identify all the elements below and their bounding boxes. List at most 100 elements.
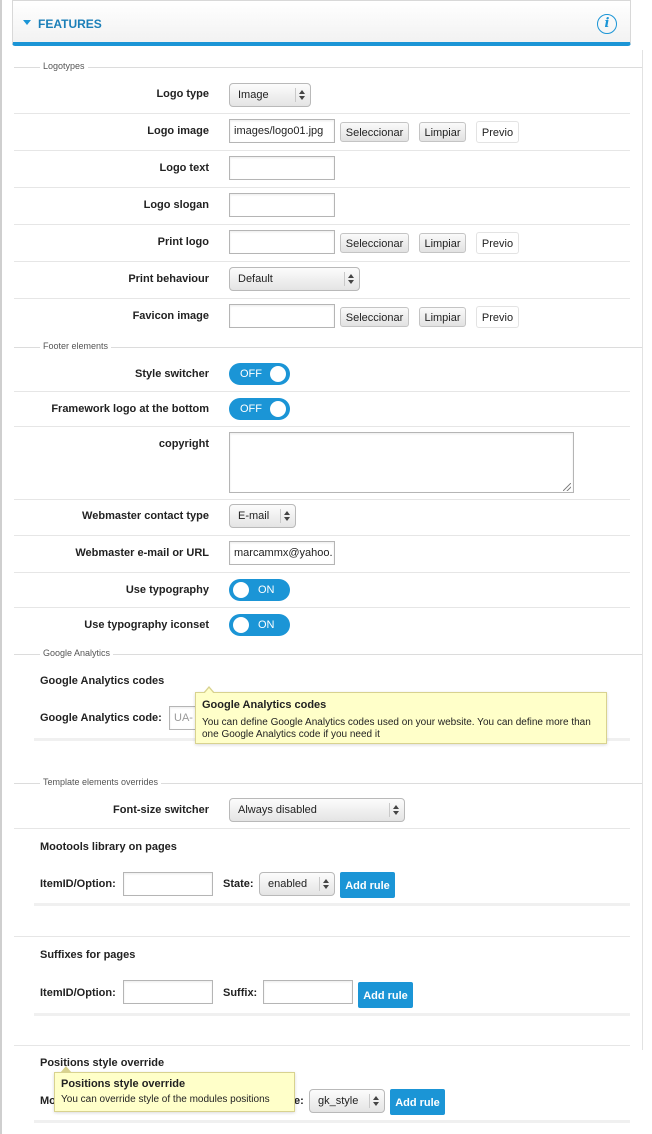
suffixes-add-rule-button[interactable]: Add rule: [358, 982, 413, 1008]
logo-image-clear-button[interactable]: Limpiar: [419, 122, 466, 142]
logo-slogan-label: Logo slogan: [143, 199, 209, 211]
print-logo-preview-button[interactable]: Previo: [476, 232, 519, 254]
favicon-select-button[interactable]: Seleccionar: [340, 307, 409, 327]
section-divider: [14, 67, 642, 68]
positions-title: Positions style override: [40, 1057, 165, 1069]
logo-image-select-button[interactable]: Seleccionar: [340, 122, 409, 142]
logo-type-select[interactable]: Image: [229, 83, 311, 107]
toggle-state: OFF: [240, 368, 262, 380]
toggle-state: ON: [258, 584, 275, 596]
panel-divider: [34, 903, 630, 906]
positions-style-select[interactable]: gk_style: [309, 1089, 385, 1113]
header-title: FEATURES: [38, 17, 102, 31]
print-logo-clear-button[interactable]: Limpiar: [419, 233, 466, 253]
positions-style-partial-label: e:: [294, 1095, 304, 1107]
use-typography-iconset-label: Use typography iconset: [84, 619, 209, 631]
favicon-label: Favicon image: [132, 310, 209, 322]
logo-slogan-input[interactable]: [229, 193, 335, 217]
ga-tooltip-title: Google Analytics codes: [202, 699, 327, 711]
positions-style-value: gk_style: [318, 1095, 359, 1107]
suffixes-itemid-input[interactable]: [123, 980, 213, 1004]
use-typography-iconset-toggle[interactable]: ON: [229, 614, 290, 636]
logo-image-input[interactable]: images/logo01.jpg: [229, 119, 335, 143]
font-size-switcher-value: Always disabled: [238, 804, 317, 816]
select-arrows-icon: [389, 803, 400, 817]
section-title-overrides: Template elements overrides: [40, 777, 162, 787]
favicon-preview-button[interactable]: Previo: [476, 306, 519, 328]
print-logo-select-button[interactable]: Seleccionar: [340, 233, 409, 253]
info-icon[interactable]: i: [597, 14, 617, 34]
section-title-analytics: Google Analytics: [40, 648, 114, 658]
font-size-switcher-label: Font-size switcher: [113, 804, 209, 816]
row-divider: [14, 607, 630, 608]
favicon-clear-button[interactable]: Limpiar: [419, 307, 466, 327]
positions-tooltip-title: Positions style override: [61, 1078, 186, 1090]
logo-image-label: Logo image: [147, 125, 209, 137]
row-divider: [14, 535, 630, 536]
copyright-label: copyright: [158, 438, 209, 450]
suffixes-title: Suffixes for pages: [40, 949, 136, 961]
favicon-input[interactable]: [229, 304, 335, 328]
row-divider: [14, 426, 630, 427]
select-arrows-icon: [344, 272, 355, 286]
suffixes-itemid-label: ItemID/Option:: [40, 987, 116, 999]
mootools-state-select[interactable]: enabled: [259, 872, 335, 896]
collapse-triangle-icon[interactable]: [23, 20, 31, 25]
panel-divider: [34, 1120, 630, 1123]
row-divider: [14, 828, 630, 829]
row-divider: [14, 261, 630, 262]
framework-logo-toggle[interactable]: OFF: [229, 398, 290, 420]
ga-tooltip-text: You can define Google Analytics codes us…: [202, 717, 591, 740]
resize-handle-icon[interactable]: [563, 483, 571, 491]
row-divider: [14, 499, 630, 500]
positions-tooltip-text: You can override style of the modules po…: [61, 1094, 270, 1105]
print-behaviour-label: Print behaviour: [128, 273, 209, 285]
positions-add-rule-button[interactable]: Add rule: [390, 1089, 445, 1115]
tooltip-pointer-inner: [204, 688, 214, 694]
mootools-itemid-input[interactable]: [123, 872, 213, 896]
mootools-state-label: State:: [223, 878, 254, 890]
toggle-knob: [233, 617, 249, 633]
page-left-border: [0, 0, 2, 1134]
select-arrows-icon: [295, 88, 306, 102]
copyright-textarea[interactable]: [229, 432, 574, 493]
suffixes-suffix-label: Suffix:: [223, 987, 258, 999]
section-title-footer: Footer elements: [40, 341, 112, 351]
webmaster-contact-select[interactable]: E-mail: [229, 504, 296, 528]
toggle-knob: [233, 582, 249, 598]
ga-codes-title: Google Analytics codes: [40, 675, 165, 687]
mootools-itemid-label: ItemID/Option:: [40, 878, 116, 890]
row-divider: [14, 187, 630, 188]
row-divider: [14, 1045, 630, 1046]
style-switcher-label: Style switcher: [135, 368, 209, 380]
row-divider: [14, 224, 630, 225]
logo-image-preview-button[interactable]: Previo: [476, 121, 519, 143]
logo-type-value: Image: [238, 89, 269, 101]
use-typography-toggle[interactable]: ON: [229, 579, 290, 601]
panel-divider: [34, 1013, 630, 1016]
print-logo-input[interactable]: [229, 230, 335, 254]
select-arrows-icon: [280, 509, 291, 523]
toggle-knob: [270, 366, 286, 382]
row-divider: [14, 936, 630, 937]
mootools-state-value: enabled: [268, 878, 308, 890]
page-right-edge: [642, 50, 643, 1050]
row-divider: [14, 113, 630, 114]
logo-type-label: Logo type: [156, 88, 209, 100]
print-behaviour-select[interactable]: Default: [229, 267, 360, 291]
print-logo-label: Print logo: [157, 236, 209, 248]
style-switcher-toggle[interactable]: OFF: [229, 363, 290, 385]
suffixes-suffix-input[interactable]: [263, 980, 353, 1004]
mootools-add-rule-button[interactable]: Add rule: [340, 872, 395, 898]
print-behaviour-value: Default: [238, 273, 273, 285]
ga-tooltip: Google Analytics codes You can define Go…: [195, 686, 607, 744]
font-size-switcher-select[interactable]: Always disabled: [229, 798, 405, 822]
webmaster-email-input[interactable]: marcammx@yahoo.: [229, 541, 335, 565]
select-arrows-icon: [319, 877, 330, 891]
row-divider: [14, 572, 630, 573]
toggle-knob: [270, 401, 286, 417]
logo-text-input[interactable]: [229, 156, 335, 180]
mootools-title: Mootools library on pages: [40, 841, 177, 853]
toggle-state: ON: [258, 619, 275, 631]
features-header[interactable]: FEATURES i: [12, 0, 631, 46]
